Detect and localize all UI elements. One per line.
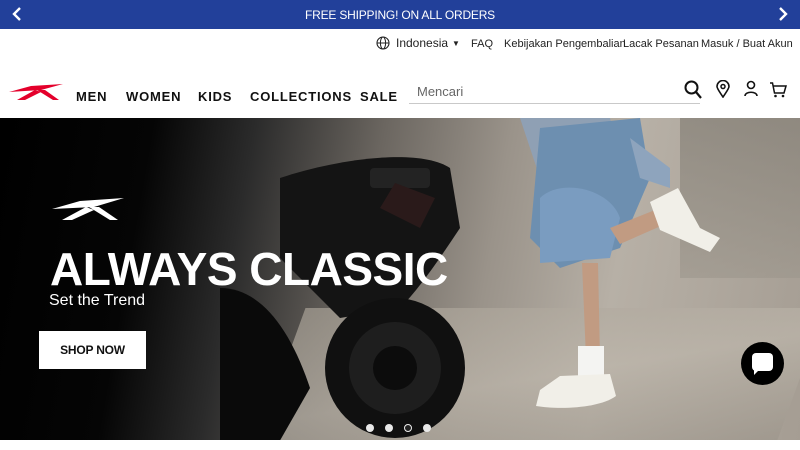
nav-sale[interactable]: SALE bbox=[360, 89, 398, 104]
hero-subtitle: Set the Trend bbox=[49, 292, 146, 309]
carousel-dot-4[interactable] bbox=[423, 424, 431, 432]
main-nav: MEN WOMEN KIDS COLLECTIONS SALE bbox=[0, 66, 800, 118]
cart-icon[interactable] bbox=[769, 82, 787, 98]
language-label: Indonesia bbox=[396, 36, 449, 50]
nav-collections[interactable]: COLLECTIONS bbox=[250, 89, 352, 104]
shop-now-button[interactable]: SHOP NOW bbox=[39, 331, 146, 369]
faq-link[interactable]: FAQ bbox=[471, 38, 493, 50]
track-order-link[interactable]: Lacak Pesanan bbox=[623, 38, 699, 50]
language-selector[interactable]: Indonesia ▼ bbox=[376, 36, 460, 50]
nav-women[interactable]: WOMEN bbox=[126, 89, 181, 104]
returns-policy-link[interactable]: Kebijakan Pengembalian bbox=[504, 38, 626, 50]
caret-down-icon: ▼ bbox=[452, 38, 460, 48]
globe-icon bbox=[376, 36, 390, 50]
carousel-dots bbox=[366, 424, 431, 432]
carousel-dot-3[interactable] bbox=[404, 424, 412, 432]
store-locator-icon[interactable] bbox=[716, 80, 730, 98]
account-icon[interactable] bbox=[743, 80, 759, 97]
nav-kids[interactable]: KIDS bbox=[198, 89, 232, 104]
nav-men[interactable]: MEN bbox=[76, 89, 107, 104]
reebok-logo[interactable] bbox=[7, 82, 67, 102]
carousel-dot-2[interactable] bbox=[385, 424, 393, 432]
reebok-hero-logo bbox=[52, 198, 124, 220]
promo-banner: FREE SHIPPING! ON ALL ORDERS bbox=[0, 0, 800, 29]
carousel-dot-1[interactable] bbox=[366, 424, 374, 432]
chat-icon[interactable] bbox=[741, 342, 784, 385]
hero-banner[interactable]: ALWAYS CLASSIC Set the Trend SHOP NOW bbox=[0, 118, 800, 440]
hero-title: ALWAYS CLASSIC bbox=[50, 243, 448, 295]
utility-bar: Indonesia ▼ FAQ Kebijakan Pengembalian L… bbox=[0, 29, 800, 59]
search-input[interactable] bbox=[409, 80, 659, 102]
search-icon[interactable] bbox=[684, 80, 702, 100]
model-image bbox=[520, 118, 720, 408]
login-link[interactable]: Masuk / Buat Akun bbox=[701, 38, 793, 50]
promo-message[interactable]: FREE SHIPPING! ON ALL ORDERS bbox=[0, 8, 800, 22]
search-bar bbox=[409, 80, 700, 104]
chevron-right-icon[interactable] bbox=[772, 3, 794, 25]
